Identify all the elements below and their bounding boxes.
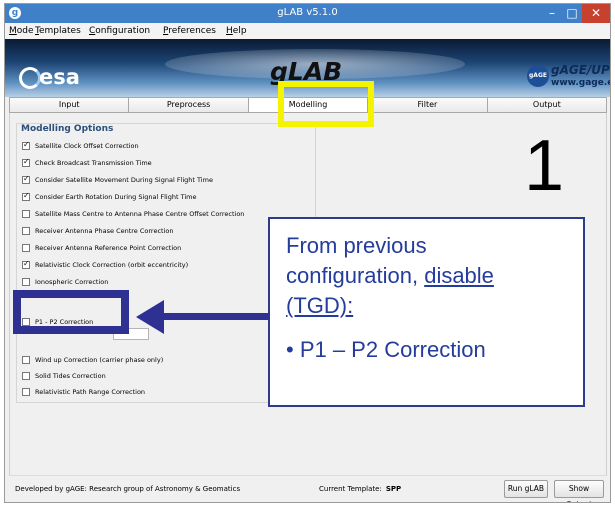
menu-templates[interactable]: Templates [35,26,81,36]
run-glab-button[interactable]: Run gLAB [504,480,548,498]
esa-ring-icon [19,67,41,89]
tab-input[interactable]: Input [9,97,130,113]
checkbox[interactable] [22,227,30,235]
callout-bullet: • P1 – P2 Correction [286,337,486,362]
option-label: Ionospheric Correction [35,278,109,286]
menu-help[interactable]: Help [226,26,247,36]
checkbox[interactable] [22,157,30,167]
option-label: Consider Earth Rotation During Signal Fl… [35,193,197,201]
option-label: Relativistic Path Range Correction [35,388,146,396]
checkbox[interactable] [22,278,30,286]
checkbox[interactable] [22,191,30,201]
minimize-button[interactable]: – [542,4,562,23]
checkbox[interactable] [22,210,30,218]
callout-line-1: From previous [286,233,427,258]
maximize-button[interactable]: □ [562,4,582,23]
gage-logo: gAGE gAGE/UPC www.gage.es [527,57,610,91]
close-button[interactable]: ✕ [582,4,610,23]
option-label: Check Broadcast Transmission Time [35,159,152,167]
checkbox[interactable] [22,356,30,364]
tab-filter[interactable]: Filter [368,97,488,113]
menu-mode[interactable]: Mode [9,26,34,36]
callout-line-2: configuration, disable [286,261,583,291]
checkbox[interactable] [22,244,30,252]
checkbox[interactable] [22,140,30,150]
option-label: Relativistic Clock Correction (orbit ecc… [35,261,189,269]
gage-logo-title: gAGE/UPC [551,63,610,77]
p1-p2-highlight [13,290,129,334]
callout-line-3: (TGD): [286,293,354,318]
instruction-callout: From previous configuration, disable (TG… [268,217,585,407]
title-bar: g gLAB v5.1.0 – □ ✕ [5,4,610,23]
checkbox[interactable] [22,388,30,396]
option-label: Satellite Clock Offset Correction [35,142,139,150]
tab-output[interactable]: Output [487,97,608,113]
option-label: Satellite Mass Centre to Antenna Phase C… [35,210,245,218]
menu-preferences[interactable]: Preferences [163,26,216,36]
esa-logo-text: esa [39,65,80,89]
callout-disable: disable [424,263,494,288]
option-label: Receiver Antenna Phase Centre Correction [35,227,174,235]
tab-preprocess[interactable]: Preprocess [129,97,249,113]
checkbox[interactable] [22,174,30,184]
option-label: Solid Tides Correction [35,372,106,380]
option-label: Consider Satellite Movement During Signa… [35,176,213,184]
show-output-button[interactable]: Show Output [554,480,604,502]
arrow-left-icon [136,300,164,334]
option-label: Receiver Antenna Reference Point Correct… [35,244,182,252]
section-title: Modelling Options [21,124,114,134]
arrow-shaft [160,313,270,320]
callout-line-2a: configuration, [286,263,425,288]
status-bar: Developed by gAGE: Research group of Ast… [9,475,607,502]
checkbox[interactable] [22,372,30,380]
gage-mark-icon: gAGE [527,65,549,87]
option-label: Wind up Correction (carrier phase only) [35,356,164,364]
template-value: SPP [385,485,402,493]
menu-configuration[interactable]: Configuration [89,26,150,36]
checkbox[interactable] [22,259,30,269]
modelling-tab-highlight [278,81,374,127]
window-title: gLAB v5.1.0 [277,7,338,18]
step-number: 1 [524,126,565,206]
developer-credit: Developed by gAGE: Research group of Ast… [15,485,241,493]
current-template: Current Template: SPP [319,485,401,493]
menu-bar: Mode Templates Configuration Preferences… [5,23,610,39]
template-label: Current Template: [319,485,382,493]
gage-logo-url: www.gage.es [551,78,610,88]
